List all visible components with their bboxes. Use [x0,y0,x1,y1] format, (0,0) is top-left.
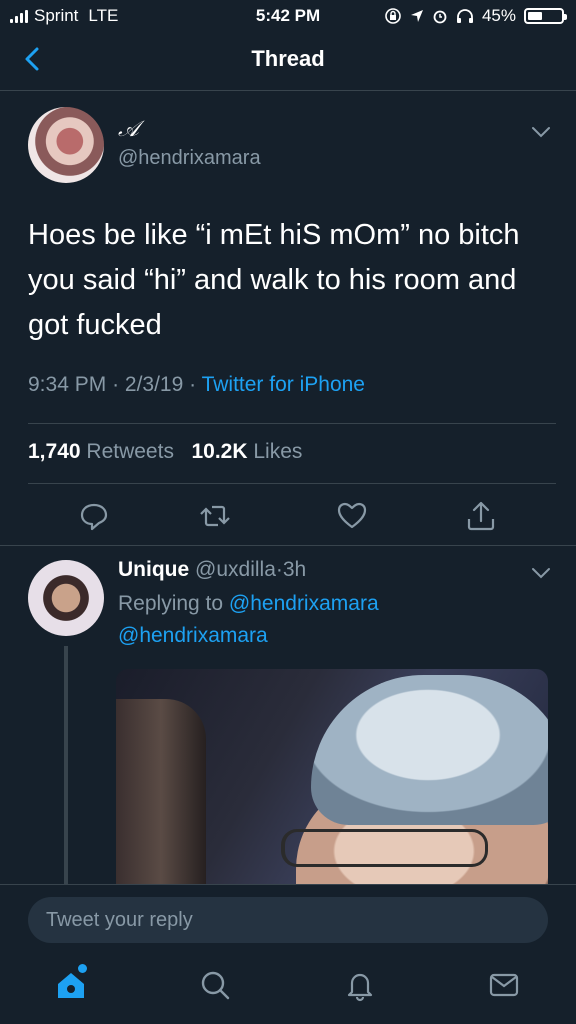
mention-link[interactable]: @hendrixamara [118,624,268,647]
tweet-display-name[interactable]: 𝒜 [118,117,139,142]
reply-composer [0,884,576,947]
media-figure-glasses [281,829,488,867]
location-icon [410,10,423,22]
reply-text: @hendrixamara [118,624,268,648]
nav-bar: Thread [0,32,576,91]
retweets-stat[interactable]: 1,740 Retweets [28,440,174,463]
reply-display-name[interactable]: Unique [118,558,189,581]
messages-icon[interactable] [487,968,521,1002]
meta-separator: · [189,373,202,396]
screen-lock-icon [385,8,401,24]
tweet-actions [0,491,576,543]
tweet-date: 2/3/19 [124,373,184,396]
meta-separator: · [275,558,283,581]
retweets-count: 1,740 [28,440,81,463]
share-icon[interactable] [464,499,498,533]
retweet-icon[interactable] [198,499,232,533]
search-icon[interactable] [198,968,232,1002]
tweet-meta: 9:34 PM · 2/3/19 · Twitter for iPhone [28,373,365,397]
tweet-text: Hoes be like “i mEt hiS mOm” no bitch yo… [28,219,520,341]
thread-line [64,646,68,886]
chevron-down-icon[interactable] [530,125,552,139]
notifications-icon[interactable] [343,968,377,1002]
media-figure-left [116,699,206,886]
tweet-stats: 1,740 Retweets 10.2K Likes [28,440,302,464]
status-right: 45% [384,6,567,26]
page-title: Thread [251,46,325,71]
reply-icon[interactable] [77,499,111,533]
likes-count: 10.2K [191,440,248,463]
tweet-source-link[interactable]: Twitter for iPhone [202,373,365,396]
tweet-time: 9:34 PM [28,373,107,396]
status-bar: Sprint LTE 5:42 PM 45% [0,0,576,32]
tweet-handle[interactable]: @hendrixamara [118,147,261,170]
battery-icon [524,8,567,24]
like-icon[interactable] [335,499,369,533]
avatar[interactable] [28,107,104,183]
divider [28,483,556,484]
chevron-down-icon[interactable] [530,566,552,580]
reply-input[interactable] [28,897,548,943]
reply-handle[interactable]: @uxdilla [195,558,276,581]
replying-to-link[interactable]: @hendrixamara [229,592,379,615]
reply-age: 3h [282,558,307,581]
likes-label: Likes [253,440,303,463]
battery-fill [528,12,542,20]
alarm-icon [433,10,447,24]
reply-media-image[interactable] [116,669,548,886]
home-icon[interactable] [54,968,88,1002]
retweets-label: Retweets [86,440,174,463]
tab-bar [0,946,576,1024]
headphones-icon [456,9,473,23]
media-figure-hair [311,675,548,825]
meta-separator: · [112,373,125,396]
divider [28,423,556,424]
reply-header: Unique @uxdilla·3h [118,558,306,582]
replying-to-label: Replying to [118,592,224,615]
reply-tweet[interactable]: Unique @uxdilla·3h Replying to @hendrixa… [0,546,576,886]
battery-percent: 45% [481,6,516,25]
likes-stat[interactable]: 10.2K Likes [191,440,302,463]
replying-to: Replying to @hendrixamara [118,592,379,616]
avatar[interactable] [28,560,104,636]
